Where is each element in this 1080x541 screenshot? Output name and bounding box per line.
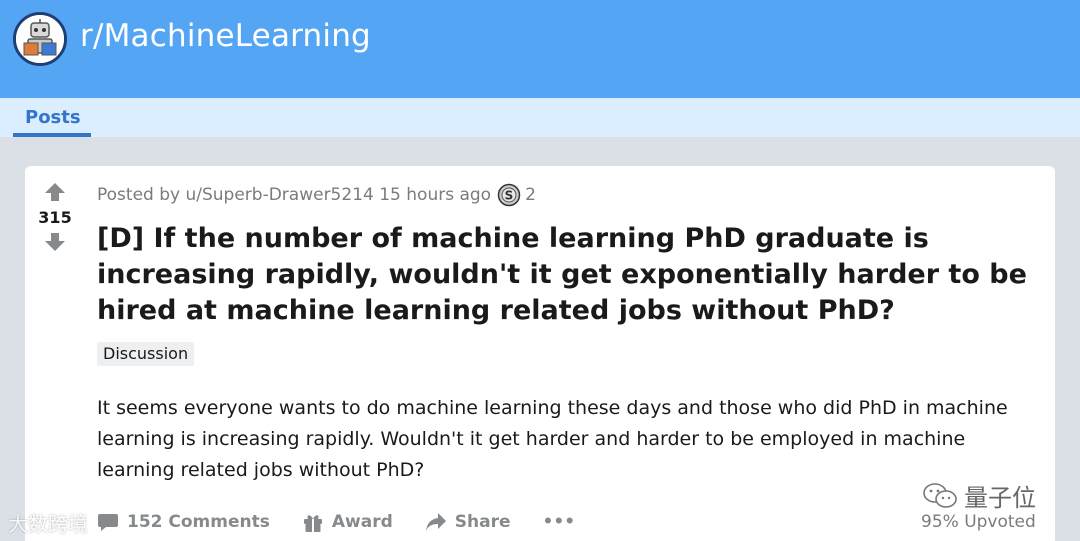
- watermark-right-text: 量子位: [964, 484, 1036, 512]
- tab-posts-label: Posts: [25, 107, 81, 128]
- more-options-icon: •••: [542, 512, 576, 532]
- comment-icon: [98, 514, 118, 531]
- award-label: Award: [331, 512, 393, 532]
- comments-label: 152 Comments: [127, 512, 270, 532]
- vote-column: 315: [25, 182, 85, 252]
- wechat-icon: [923, 482, 957, 508]
- downvote-arrow-icon[interactable]: [44, 232, 66, 252]
- post-meta: Posted by u/Superb-Drawer5214 15 hours a…: [97, 183, 536, 207]
- watermark-right: 量子位: [922, 478, 1036, 513]
- vote-score: 315: [38, 208, 72, 227]
- upvote-arrow-icon[interactable]: [44, 182, 66, 202]
- subreddit-header: r/MachineLearning: [0, 0, 1080, 98]
- more-options-button[interactable]: •••: [543, 512, 576, 532]
- tab-posts[interactable]: Posts: [13, 98, 91, 137]
- comments-button[interactable]: 152 Comments: [97, 512, 270, 532]
- share-button[interactable]: Share: [425, 512, 511, 532]
- gift-icon: [303, 515, 322, 532]
- silver-award-icon[interactable]: S: [497, 183, 521, 207]
- post-flair[interactable]: Discussion: [97, 342, 195, 366]
- post-body: It seems everyone wants to do machine le…: [97, 397, 1008, 481]
- upvote-ratio: 95% Upvoted: [921, 512, 1036, 532]
- posted-by[interactable]: Posted by u/Superb-Drawer5214 15 hours a…: [97, 185, 491, 205]
- post-card[interactable]: 315 Posted by u/Superb-Drawer5214 15 hou…: [25, 166, 1055, 541]
- award-count: 2: [525, 185, 536, 205]
- subreddit-tabbar: [0, 98, 1080, 137]
- post-actions: 152 Comments Award Share •••: [97, 510, 607, 534]
- watermark-left: 大数跨境: [8, 512, 88, 536]
- svg-text:S: S: [505, 189, 514, 203]
- subreddit-name[interactable]: r/MachineLearning: [80, 18, 371, 54]
- post-title[interactable]: [D] If the number of machine learning Ph…: [97, 221, 1037, 329]
- subreddit-avatar-icon[interactable]: [13, 12, 67, 66]
- share-label: Share: [454, 512, 511, 532]
- award-button[interactable]: Award: [302, 511, 393, 533]
- share-arrow-icon: [425, 513, 446, 531]
